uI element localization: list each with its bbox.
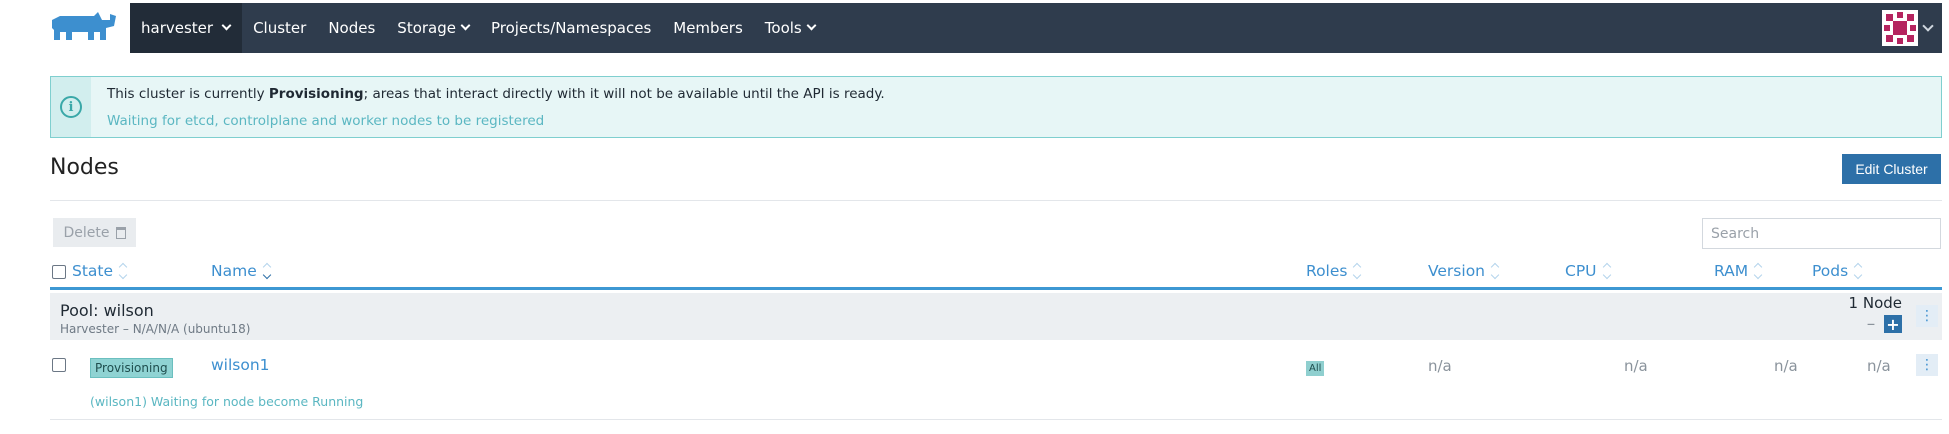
top-navigation-bar: harvester Cluster Nodes Storage Projects…: [130, 3, 1942, 53]
pool-node-count: 1 Node: [1848, 294, 1902, 312]
nav-tools-label: Tools: [764, 19, 802, 37]
nav-members[interactable]: Members: [662, 3, 754, 53]
banner-icon-column: i: [51, 77, 91, 137]
rancher-logo[interactable]: [50, 10, 118, 44]
delete-button-label: Delete: [63, 224, 110, 241]
node-pods: n/a: [1867, 357, 1891, 375]
pool-name: Pool: wilson: [60, 301, 154, 320]
search-input[interactable]: [1702, 218, 1941, 249]
nav-members-label: Members: [673, 19, 743, 37]
nav-nodes[interactable]: Nodes: [317, 3, 386, 53]
pool-subtitle: Harvester – N/A/N/A (ubuntu18): [60, 322, 251, 336]
cluster-selector[interactable]: harvester: [130, 3, 243, 53]
node-version: n/a: [1428, 357, 1452, 375]
column-header-state[interactable]: State: [72, 262, 128, 280]
sort-icon: [1853, 262, 1863, 280]
select-all-checkbox[interactable]: [52, 265, 66, 279]
banner-detail: Waiting for etcd, controlplane and worke…: [107, 113, 545, 129]
chevron-down-icon: [1922, 19, 1934, 32]
nav-projects-label: Projects/Namespaces: [491, 19, 652, 37]
chevron-down-icon: [221, 20, 232, 31]
column-header-roles[interactable]: Roles: [1306, 262, 1362, 280]
user-avatar: [1882, 10, 1918, 46]
column-header-name[interactable]: Name: [211, 262, 271, 280]
chevron-down-icon: [460, 20, 471, 31]
delete-button[interactable]: Delete: [53, 218, 136, 247]
nav-cluster[interactable]: Cluster: [242, 3, 317, 53]
edit-cluster-button[interactable]: Edit Cluster: [1842, 154, 1941, 184]
page-title: Nodes: [50, 155, 119, 180]
column-ram-label: RAM: [1714, 262, 1749, 280]
node-ram: n/a: [1774, 357, 1798, 375]
nav-projects-namespaces[interactable]: Projects/Namespaces: [480, 3, 662, 53]
node-status-message: (wilson1) Waiting for node become Runnin…: [90, 394, 364, 409]
sort-icon: [1753, 262, 1763, 280]
row-actions-kebab-icon[interactable]: ⋮: [1916, 354, 1938, 376]
sort-icon: [1353, 262, 1362, 280]
trash-icon: [115, 226, 126, 239]
column-header-cpu[interactable]: CPU: [1565, 262, 1611, 280]
nav-storage[interactable]: Storage: [386, 3, 480, 53]
column-header-version[interactable]: Version: [1428, 262, 1500, 280]
sort-icon: [118, 262, 128, 280]
banner-message: This cluster is currently Provisioning; …: [107, 86, 885, 102]
node-pool-row: Pool: wilson Harvester – N/A/N/A (ubuntu…: [50, 293, 1942, 340]
divider: [50, 200, 1942, 201]
column-cpu-label: CPU: [1565, 262, 1597, 280]
sort-icon: [262, 262, 271, 280]
nav-nodes-label: Nodes: [328, 19, 376, 37]
scale-up-button[interactable]: +: [1884, 315, 1902, 334]
column-pods-label: Pods: [1812, 262, 1849, 280]
sort-icon: [1602, 262, 1611, 280]
state-badge: Provisioning: [90, 358, 173, 378]
nav-tools[interactable]: Tools: [754, 3, 826, 53]
cluster-status-banner: i This cluster is currently Provisioning…: [50, 76, 1942, 138]
table-row: Provisioning wilson1 All n/a n/a n/a n/a…: [50, 340, 1942, 420]
scale-down-button[interactable]: –: [1862, 314, 1880, 334]
column-name-label: Name: [211, 262, 257, 280]
column-header-ram[interactable]: RAM: [1714, 262, 1763, 280]
user-menu[interactable]: [1882, 10, 1934, 46]
row-checkbox[interactable]: [52, 358, 66, 372]
cluster-name: harvester: [141, 19, 214, 37]
nav-storage-label: Storage: [397, 19, 456, 37]
node-name-link[interactable]: wilson1: [211, 356, 270, 374]
column-version-label: Version: [1428, 262, 1485, 280]
column-state-label: State: [72, 262, 114, 280]
table-header: State Name Roles Version CPU RAM Pods: [50, 256, 1942, 290]
column-header-pods[interactable]: Pods: [1812, 262, 1863, 280]
node-cpu: n/a: [1624, 357, 1648, 375]
sort-icon: [1490, 262, 1500, 280]
banner-state: Provisioning: [268, 86, 364, 102]
role-badge: All: [1306, 361, 1325, 376]
info-icon: i: [60, 96, 82, 118]
nav-cluster-label: Cluster: [253, 19, 307, 37]
column-roles-label: Roles: [1306, 262, 1348, 280]
chevron-down-icon: [806, 20, 817, 31]
banner-prefix: This cluster is currently: [107, 86, 269, 102]
pool-actions-kebab-icon[interactable]: ⋮: [1916, 305, 1938, 327]
banner-suffix: ; areas that interact directly with it w…: [363, 86, 885, 102]
